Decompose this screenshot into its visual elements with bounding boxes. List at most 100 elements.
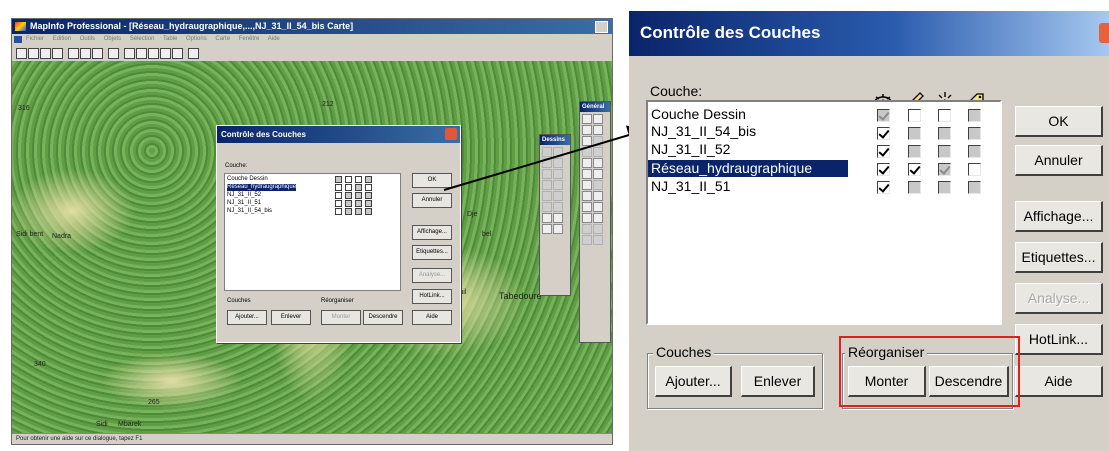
small-layer-row[interactable]: NJ_31_II_52 xyxy=(227,192,261,199)
visible-checkbox[interactable] xyxy=(877,109,890,122)
set-target-icon[interactable] xyxy=(593,224,603,234)
zoom-in-icon[interactable] xyxy=(582,158,592,168)
selectable-checkbox[interactable] xyxy=(938,145,951,158)
change-view-icon[interactable] xyxy=(582,169,592,179)
small-hotlink-button[interactable]: HotLink... xyxy=(412,289,452,304)
draw-frame-icon[interactable] xyxy=(553,191,563,201)
small-checkbox[interactable] xyxy=(365,184,372,191)
display-button[interactable]: Affichage... xyxy=(1015,201,1103,232)
close-icon[interactable] xyxy=(1099,23,1109,43)
draw-polygon-icon[interactable] xyxy=(542,169,552,179)
layer-control-icon[interactable] xyxy=(593,202,603,212)
small-checkbox[interactable] xyxy=(335,208,342,215)
show-legend-icon[interactable] xyxy=(582,213,592,223)
menu-outils[interactable]: Outils xyxy=(80,36,95,42)
small-checkbox[interactable] xyxy=(345,200,352,207)
paste-icon[interactable] xyxy=(92,48,103,59)
draw-arc-icon[interactable] xyxy=(553,158,563,168)
drag-map-icon[interactable] xyxy=(593,191,603,201)
save-icon[interactable] xyxy=(40,48,51,59)
small-cancel-button[interactable]: Annuler xyxy=(412,193,452,208)
line-style-icon[interactable] xyxy=(553,213,563,223)
new-graph-icon[interactable] xyxy=(148,48,159,59)
help-icon[interactable] xyxy=(188,48,199,59)
copy-icon[interactable] xyxy=(80,48,91,59)
layer-row-nj-31-ii-54-bis[interactable]: NJ_31_II_54_bis xyxy=(651,123,759,140)
sum-icon[interactable] xyxy=(593,235,603,245)
small-ok-button[interactable]: OK xyxy=(412,173,452,188)
draw-ellipse-icon[interactable] xyxy=(553,169,563,179)
small-checkbox[interactable] xyxy=(335,176,342,183)
menu-selection[interactable]: Sélection xyxy=(130,36,155,42)
close-icon[interactable] xyxy=(445,128,457,140)
graph-select-icon[interactable] xyxy=(593,147,603,157)
menu-edition[interactable]: Edition xyxy=(53,36,71,42)
visible-checkbox[interactable] xyxy=(877,127,890,140)
visible-checkbox[interactable] xyxy=(877,181,890,194)
small-checkbox[interactable] xyxy=(345,184,352,191)
autolabel-checkbox[interactable] xyxy=(968,181,981,194)
new-browser-icon[interactable] xyxy=(124,48,135,59)
selectable-checkbox[interactable] xyxy=(938,163,951,176)
minimize-icon[interactable] xyxy=(595,21,608,33)
statistics-icon[interactable] xyxy=(593,213,603,223)
small-checkbox[interactable] xyxy=(365,176,372,183)
autolabel-checkbox[interactable] xyxy=(968,109,981,122)
new-map-icon[interactable] xyxy=(136,48,147,59)
small-checkbox[interactable] xyxy=(365,200,372,207)
small-checkbox[interactable] xyxy=(355,176,362,183)
grabber-hand-icon[interactable] xyxy=(593,169,603,179)
layer-row-reseau-hydraugraphique[interactable]: Réseau_hydraugraphique xyxy=(648,160,848,177)
polygon-select-icon[interactable] xyxy=(593,125,603,135)
ok-button[interactable]: OK xyxy=(1015,106,1103,137)
draw-polyline-icon[interactable] xyxy=(542,158,552,168)
draw-text-icon[interactable] xyxy=(542,191,552,201)
small-display-button[interactable]: Affichage... xyxy=(412,225,452,240)
editable-checkbox[interactable] xyxy=(908,127,921,140)
zoom-out-icon[interactable] xyxy=(593,158,603,168)
menu-options[interactable]: Options xyxy=(186,36,207,42)
menu-carte[interactable]: Carte xyxy=(215,36,230,42)
cancel-button[interactable]: Annuler xyxy=(1015,145,1103,176)
selectable-checkbox[interactable] xyxy=(938,109,951,122)
menu-aide[interactable]: Aide xyxy=(268,36,280,42)
invert-select-icon[interactable] xyxy=(582,147,592,157)
visible-checkbox[interactable] xyxy=(877,163,890,176)
small-layer-row[interactable]: NJ_31_II_54_bis xyxy=(227,208,272,215)
autolabel-checkbox[interactable] xyxy=(968,127,981,140)
small-checkbox[interactable] xyxy=(345,208,352,215)
new-redistrict-icon[interactable] xyxy=(172,48,183,59)
small-checkbox[interactable] xyxy=(345,176,352,183)
editable-checkbox[interactable] xyxy=(908,163,921,176)
small-checkbox[interactable] xyxy=(335,200,342,207)
small-checkbox[interactable] xyxy=(365,208,372,215)
small-analyse-button[interactable]: Analyse... xyxy=(412,268,452,283)
info-icon[interactable] xyxy=(582,180,592,190)
label-icon[interactable] xyxy=(582,191,592,201)
autolabel-checkbox[interactable] xyxy=(968,163,981,176)
small-checkbox[interactable] xyxy=(355,208,362,215)
labels-button[interactable]: Etiquettes... xyxy=(1015,242,1103,273)
small-layer-list[interactable]: Couche Dessin Réseau_hydraugraphique NJ_… xyxy=(224,173,401,291)
unselect-icon[interactable] xyxy=(593,136,603,146)
small-layer-row[interactable]: Couche Dessin xyxy=(227,176,268,183)
editable-checkbox[interactable] xyxy=(908,181,921,194)
cut-icon[interactable] xyxy=(68,48,79,59)
add-node-icon[interactable] xyxy=(553,202,563,212)
hotlink-button[interactable]: HotLink... xyxy=(1015,324,1103,355)
text-style-icon[interactable] xyxy=(553,224,563,234)
menu-table[interactable]: Table xyxy=(163,36,177,42)
print-icon[interactable] xyxy=(52,48,63,59)
reshape-icon[interactable] xyxy=(542,202,552,212)
small-labels-button[interactable]: Etiquettes... xyxy=(412,245,452,260)
new-icon[interactable] xyxy=(16,48,27,59)
autolabel-checkbox[interactable] xyxy=(968,145,981,158)
small-checkbox[interactable] xyxy=(355,200,362,207)
small-checkbox[interactable] xyxy=(335,184,342,191)
layer-row-nj-31-ii-51[interactable]: NJ_31_II_51 xyxy=(651,178,733,195)
symbol-style-icon[interactable] xyxy=(542,213,552,223)
editable-checkbox[interactable] xyxy=(908,145,921,158)
editable-checkbox[interactable] xyxy=(908,109,921,122)
small-checkbox[interactable] xyxy=(335,192,342,199)
small-checkbox[interactable] xyxy=(345,192,352,199)
